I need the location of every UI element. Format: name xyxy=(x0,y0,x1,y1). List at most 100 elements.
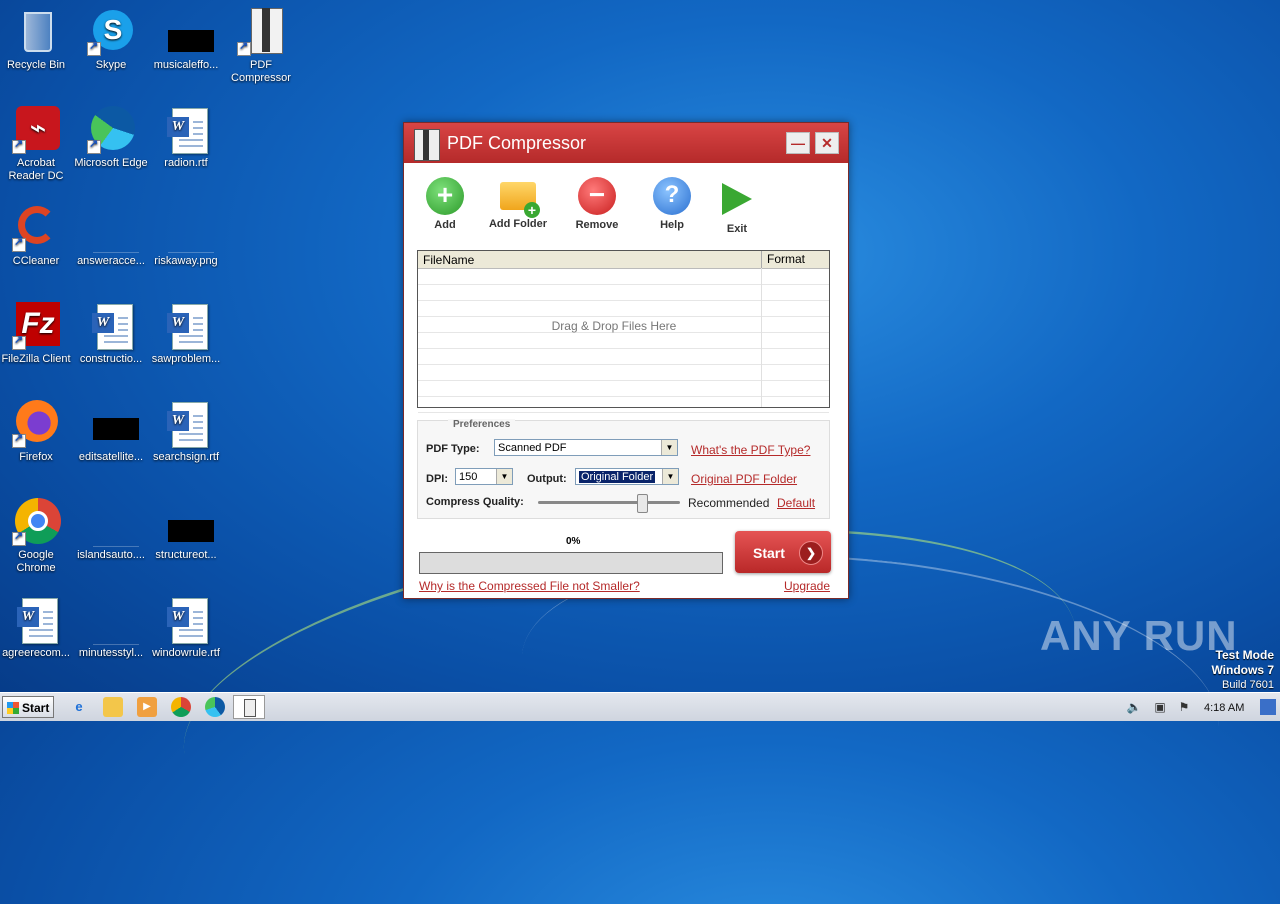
black-thumbnail-icon xyxy=(162,498,214,546)
pdf-type-help-link[interactable]: What's the PDF Type? xyxy=(691,443,810,457)
desktop-icon-windowrule[interactable]: W windowrule.rtf xyxy=(148,596,224,660)
network-icon[interactable]: ▣ xyxy=(1152,699,1168,715)
desktop-icon-skype[interactable]: S Skype xyxy=(73,8,149,72)
remove-button[interactable]: − Remove xyxy=(570,177,624,231)
preferences-panel: Preferences PDF Type: Scanned PDF ▼ What… xyxy=(417,419,830,519)
file-explorer-icon[interactable] xyxy=(103,697,123,717)
word-document-icon: W xyxy=(162,596,210,644)
app-icon xyxy=(414,129,440,161)
desktop-icon-searchsign[interactable]: W searchsign.rtf xyxy=(148,400,224,464)
add-icon: + xyxy=(426,177,464,215)
output-select[interactable]: Original Folder ▼ xyxy=(575,468,679,485)
word-document-icon: W xyxy=(87,302,135,350)
pdf-type-select[interactable]: Scanned PDF ▼ xyxy=(494,439,678,456)
column-format[interactable]: Format xyxy=(761,251,805,268)
desktop-icon-editsatellite[interactable]: editsatellite... xyxy=(73,400,149,464)
word-document-icon: W xyxy=(12,596,60,644)
close-button[interactable]: ✕ xyxy=(815,132,839,154)
desktop-icon-sawproblem[interactable]: W sawproblem... xyxy=(148,302,224,366)
dpi-label: DPI: xyxy=(426,473,448,485)
desktop-icon-pdf-compressor[interactable]: PDF Compressor xyxy=(223,8,299,85)
pdf-compressor-icon xyxy=(237,8,285,56)
desktop-icon-musicaleffo[interactable]: musicaleffo... xyxy=(148,8,224,72)
quality-slider-handle[interactable] xyxy=(637,494,648,513)
desktop-icon-radion[interactable]: W radion.rtf xyxy=(148,106,224,170)
help-button[interactable]: ? Help xyxy=(652,177,692,231)
add-folder-button[interactable]: Add Folder xyxy=(484,177,552,230)
pdf-compressor-taskbar-item[interactable] xyxy=(233,695,265,719)
chevron-down-icon: ▼ xyxy=(496,469,512,484)
anyrun-watermark: ANY RUN xyxy=(1040,612,1238,659)
chrome-taskbar-icon[interactable] xyxy=(171,697,191,717)
blank-file-icon xyxy=(87,596,139,645)
go-arrow-icon: ❯ xyxy=(799,541,823,565)
desktop-icon-minutesstyl[interactable]: minutesstyl... xyxy=(73,596,149,660)
edge-taskbar-icon[interactable] xyxy=(205,697,225,717)
media-player-icon[interactable]: ▶ xyxy=(137,697,157,717)
pdf-type-label: PDF Type: xyxy=(426,443,480,455)
internet-explorer-icon[interactable]: e xyxy=(69,697,89,717)
recycle-bin-icon xyxy=(12,8,60,56)
blank-file-icon xyxy=(162,204,214,253)
preferences-legend: Preferences xyxy=(448,419,516,430)
firefox-icon xyxy=(12,400,60,448)
title-bar[interactable]: PDF Compressor — ✕ xyxy=(404,123,848,163)
start-button-taskbar[interactable]: Start xyxy=(2,696,54,718)
black-thumbnail-icon xyxy=(87,400,139,448)
action-center-flag-icon[interactable]: ⚑ xyxy=(1176,699,1192,715)
desktop-icon-islandsauto[interactable]: islandsauto.... xyxy=(73,498,149,562)
why-not-smaller-link[interactable]: Why is the Compressed File not Smaller? xyxy=(419,579,640,593)
filezilla-icon: Fz xyxy=(12,302,60,350)
remove-icon: − xyxy=(578,177,616,215)
chevron-down-icon: ▼ xyxy=(662,469,678,484)
default-link[interactable]: Default xyxy=(777,496,815,510)
desktop-icon-answeracce[interactable]: answeracce... xyxy=(73,204,149,268)
desktop-icon-acrobat[interactable]: ⌁ Acrobat Reader DC xyxy=(0,106,74,183)
skype-icon: S xyxy=(87,8,135,56)
desktop-icon-firefox[interactable]: Firefox xyxy=(0,400,74,464)
exit-button[interactable]: Exit xyxy=(717,177,757,235)
pdf-compressor-window: PDF Compressor — ✕ + Add Add Folder − Re… xyxy=(403,122,849,599)
column-filename[interactable]: FileName xyxy=(423,253,474,267)
file-list[interactable]: FileName Format Drag & Drop Files Here xyxy=(417,250,830,413)
chevron-down-icon: ▼ xyxy=(661,440,677,455)
system-tray: 🔈 ▣ ⚑ 4:18 AM xyxy=(1122,695,1278,719)
black-thumbnail-icon xyxy=(162,8,214,56)
minimize-button[interactable]: — xyxy=(786,132,810,154)
add-button[interactable]: + Add xyxy=(424,177,466,231)
progress-bar xyxy=(419,552,723,574)
file-list-header: FileName Format xyxy=(418,251,829,269)
desktop-icon-filezilla[interactable]: Fz FileZilla Client xyxy=(0,302,74,366)
compress-quality-label: Compress Quality: xyxy=(426,496,524,508)
upgrade-link[interactable]: Upgrade xyxy=(784,579,830,593)
toolbar: + Add Add Folder − Remove ? Help Exit xyxy=(404,163,848,238)
window-title: PDF Compressor xyxy=(447,133,587,153)
quality-slider-track[interactable] xyxy=(538,501,680,504)
output-folder-link[interactable]: Original PDF Folder xyxy=(691,472,797,486)
drop-hint: Drag & Drop Files Here xyxy=(551,319,677,333)
chrome-icon xyxy=(12,498,61,546)
desktop-icon-ccleaner[interactable]: CCleaner xyxy=(0,204,74,268)
clock[interactable]: 4:18 AM xyxy=(1204,702,1244,714)
desktop-icon-constructio[interactable]: W constructio... xyxy=(73,302,149,366)
desktop-icon-agreerecom[interactable]: W agreerecom... xyxy=(0,596,74,660)
edge-icon xyxy=(87,106,135,154)
exit-arrow-icon xyxy=(722,183,752,215)
progress-percent: 0% xyxy=(566,536,581,547)
desktop-icon-edge[interactable]: Microsoft Edge xyxy=(73,106,149,170)
desktop-icon-structureot[interactable]: structureot... xyxy=(148,498,224,562)
start-button[interactable]: Start ❯ xyxy=(735,531,831,573)
dpi-select[interactable]: 150 ▼ xyxy=(455,468,513,485)
quality-value: Recommended xyxy=(688,496,770,510)
blank-file-icon xyxy=(87,204,139,253)
taskbar: Start e ▶ 🔈 ▣ ⚑ 4:18 AM xyxy=(0,692,1280,721)
blank-file-icon xyxy=(87,498,139,547)
word-document-icon: W xyxy=(162,106,210,154)
help-icon: ? xyxy=(653,177,691,215)
desktop-icon-recycle-bin[interactable]: Recycle Bin xyxy=(0,8,74,72)
desktop-icon-chrome[interactable]: Google Chrome xyxy=(0,498,74,575)
desktop-icon-riskaway[interactable]: riskaway.png xyxy=(148,204,224,268)
show-desktop-icon[interactable] xyxy=(1260,699,1276,715)
test-mode-notice: Test Mode Windows 7 Build 7601 xyxy=(1211,648,1274,691)
speaker-icon[interactable]: 🔈 xyxy=(1126,699,1142,715)
